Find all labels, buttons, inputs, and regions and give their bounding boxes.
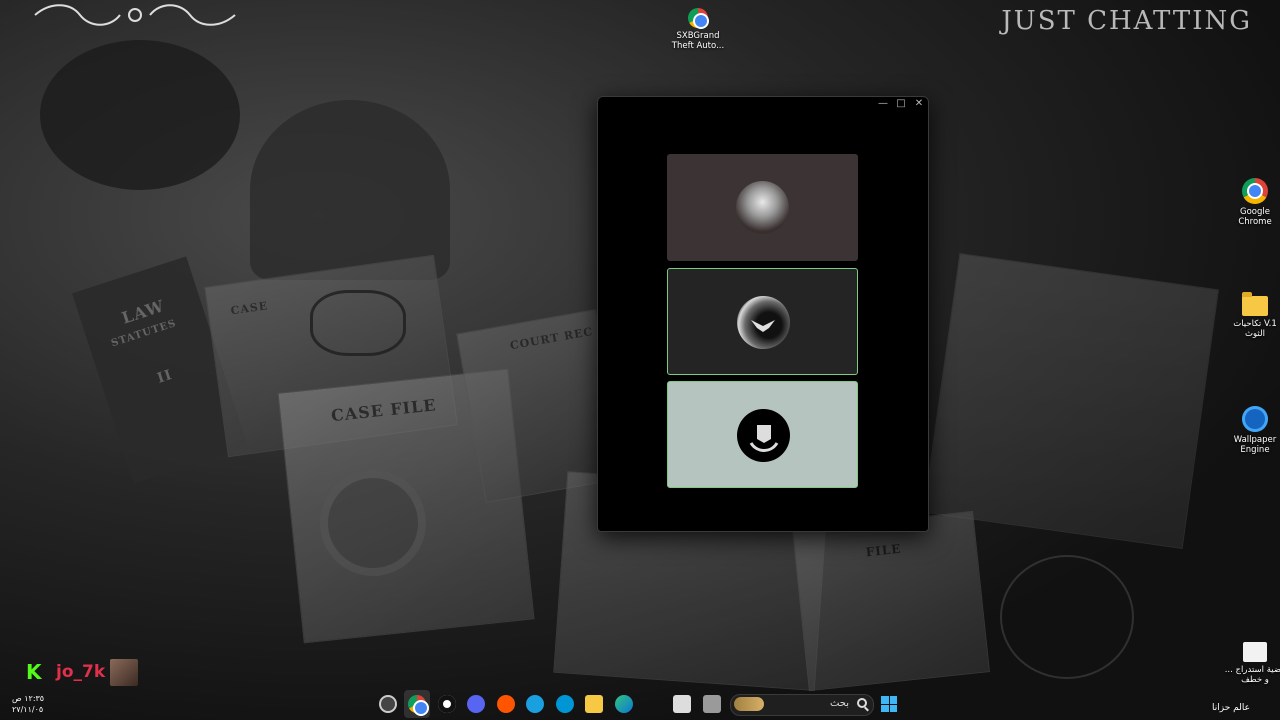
desktop-icon-label: Wallpaper Engine	[1233, 435, 1277, 455]
book-volume: II	[155, 366, 175, 387]
folder-icon	[1242, 292, 1268, 316]
app-taskbar-icon[interactable]	[526, 695, 544, 713]
document-icon	[1243, 642, 1267, 662]
settings-taskbar-icon[interactable]	[438, 695, 456, 713]
streamer-avatar	[110, 659, 138, 686]
globe-lamp	[40, 40, 240, 190]
profile-card-2[interactable]	[667, 268, 858, 375]
coffee-cup-ring	[1000, 555, 1134, 679]
desktop-icon-google-chrome[interactable]: Google Chrome	[1223, 178, 1280, 227]
clock-time: ١٢:٣٥ ص	[12, 694, 45, 703]
desktop-icon-folder[interactable]: تكاحيات V.1 الثوث	[1223, 292, 1280, 339]
desktop-icon-label: قضية استدراج ... و خطف	[1224, 665, 1280, 685]
edge-taskbar-icon[interactable]	[615, 695, 633, 713]
streamer-username: jo_7k	[56, 662, 106, 682]
app-window: — □ ✕	[597, 96, 929, 532]
man-in-ghutra-avatar	[736, 181, 789, 234]
search-icon	[857, 698, 867, 708]
detective-hat	[250, 100, 450, 280]
taskbar-search-box[interactable]: بحث	[730, 694, 874, 716]
profile-card-3[interactable]	[667, 381, 858, 488]
book-subtitle: STATUTES	[109, 317, 178, 350]
start-button[interactable]	[881, 696, 897, 712]
ornament-decoration	[34, 4, 236, 26]
glasses	[310, 290, 406, 356]
file-explorer-taskbar-icon[interactable]	[585, 695, 603, 713]
bottom-right-watermark: عالم حزانا	[1212, 703, 1250, 713]
profile-card-1[interactable]	[667, 154, 858, 261]
court-record-title: COURT REC	[508, 324, 595, 353]
desktop-icon-label: Google Chrome	[1238, 207, 1272, 227]
eagle-icon	[751, 320, 775, 332]
taskbar-clock[interactable]: ١٢:٣٥ ص ٢٧/١١/٠٥	[12, 693, 44, 715]
case-paper-title: CASE	[229, 299, 269, 318]
hand-emblem-avatar	[737, 409, 790, 462]
clock-date: ٢٧/١١/٠٥	[12, 705, 44, 714]
hp-taskbar-icon[interactable]	[556, 695, 574, 713]
store-taskbar-icon[interactable]	[673, 695, 691, 713]
case-file-title: CASE FILE	[330, 395, 438, 426]
just-chatting-logo: JUST CHATTING	[1001, 6, 1252, 36]
search-placeholder: بحث	[829, 698, 849, 709]
chrome-taskbar-icon[interactable]	[408, 695, 427, 714]
chrome-icon	[1242, 178, 1268, 204]
window-titlebar[interactable]: — □ ✕	[598, 97, 928, 111]
hand-icon	[749, 425, 779, 452]
windows-logo-icon	[881, 696, 889, 704]
task-view-icon[interactable]	[703, 695, 721, 713]
eagle-moon-avatar	[737, 296, 790, 349]
minimize-button[interactable]: —	[874, 97, 892, 111]
desktop-icon-wallpaper-engine[interactable]: Wallpaper Engine	[1223, 406, 1280, 455]
right-paper	[923, 253, 1219, 549]
maximize-button[interactable]: □	[892, 97, 910, 111]
desktop-icon-document[interactable]: قضية استدراج ... و خطف	[1223, 642, 1280, 685]
magnifying-glass	[320, 470, 426, 576]
file-paper: FILE	[792, 510, 990, 692]
soundcloud-taskbar-icon[interactable]	[497, 695, 515, 713]
wallpaper-engine-icon	[1242, 406, 1268, 432]
close-button[interactable]: ✕	[910, 97, 928, 111]
chrome-shortcut-icon	[688, 8, 708, 28]
desktop-icon-label: تكاحيات V.1 الثوث	[1233, 319, 1277, 339]
obs-taskbar-icon[interactable]	[379, 695, 397, 713]
search-highlight-image	[734, 697, 764, 711]
desktop-icon-label: SXBGrand Theft Auto...	[671, 31, 725, 51]
discord-taskbar-icon[interactable]	[467, 695, 485, 713]
desktop-icon-gta-shortcut[interactable]: SXBGrand Theft Auto...	[666, 8, 730, 51]
file-paper-title: FILE	[865, 541, 903, 560]
kick-logo: K	[26, 660, 42, 684]
